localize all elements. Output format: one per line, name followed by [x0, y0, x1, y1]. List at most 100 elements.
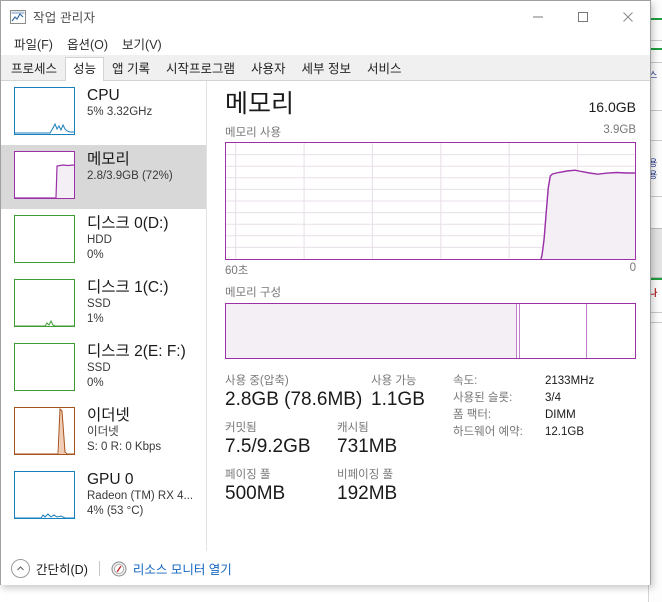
disk1-thumbnail-graph — [14, 279, 75, 327]
collapse-label: 간단히(D) — [36, 563, 88, 577]
chevron-up-icon — [11, 559, 30, 578]
content-area: CPU 5% 3.32GHz 메모리 2.8/3.9GB (72%) 디스크 0… — [1, 81, 650, 551]
sidebar-item-disk2-title: 디스크 2(E: F:) — [87, 343, 186, 360]
sidebar-item-disk0-texts: 디스크 0(D:) HDD 0% — [87, 215, 169, 262]
spec-hardware-reserved: 하드웨어 예약: 12.1GB — [453, 424, 636, 441]
sidebar-item-disk1[interactable]: 디스크 1(C:) SSD 1% — [1, 273, 206, 337]
tab-app-history[interactable]: 앱 기록 — [104, 57, 159, 80]
graph-max-label: 3.9GB — [603, 124, 636, 136]
resource-sidebar[interactable]: CPU 5% 3.32GHz 메모리 2.8/3.9GB (72%) 디스크 0… — [1, 81, 207, 551]
memory-composition-bar[interactable] — [225, 303, 636, 359]
memory-composition-caption: 메모리 구성 — [225, 287, 282, 299]
spec-form-factor-value: DIMM — [545, 409, 576, 421]
close-button[interactable] — [605, 1, 650, 32]
sidebar-item-memory-texts: 메모리 2.8/3.9GB (72%) — [87, 151, 173, 184]
spec-hardware-reserved-value: 12.1GB — [545, 426, 584, 438]
sidebar-item-gpu0-title: GPU 0 — [87, 471, 134, 488]
memory-specs: 속도: 2133MHz 사용된 슬롯: 3/4 폼 팩터: DIMM 하드웨어 … — [453, 372, 636, 513]
stat-nonpaged-pool-value: 192MB — [337, 483, 398, 504]
maximize-button[interactable] — [560, 1, 605, 32]
sidebar-item-memory-sub1: 2.8/3.9GB (72%) — [87, 170, 173, 183]
sidebar-item-disk2-sub2: 0% — [87, 376, 104, 389]
sidebar-item-ethernet[interactable]: 이더넷 이더넷 S: 0 R: 0 Kbps — [1, 401, 206, 465]
minimize-button[interactable] — [515, 1, 560, 32]
task-manager-window[interactable]: 작업 관리자 파일(F) 옵션(O) 보기(V) 프로세스 성능 앱 기록 시작… — [0, 0, 651, 585]
spec-speed-key: 속도: — [453, 375, 478, 387]
memory-total: 16.0GB — [588, 99, 636, 115]
sidebar-item-disk1-title: 디스크 1(C:) — [87, 279, 169, 296]
sidebar-item-disk1-texts: 디스크 1(C:) SSD 1% — [87, 279, 169, 326]
stat-row-pools: 페이징 풀 500MB 비페이징 풀 192MB — [225, 466, 453, 505]
spec-form-factor-key: 폼 팩터: — [453, 409, 492, 421]
tab-services[interactable]: 서비스 — [359, 57, 410, 80]
tab-processes[interactable]: 프로세스 — [3, 57, 66, 80]
stat-paged-pool: 페이징 풀 500MB — [225, 466, 337, 505]
stat-paged-pool-value: 500MB — [225, 483, 286, 504]
memory-thumbnail-graph — [14, 151, 75, 199]
status-bar[interactable]: 간단히(D) 리소스 모니터 열기 — [1, 551, 650, 585]
stat-cached: 캐시됨 731MB — [337, 419, 397, 458]
sidebar-item-disk0-title: 디스크 0(D:) — [87, 215, 169, 232]
resource-monitor-icon — [111, 561, 127, 577]
status-divider — [98, 561, 100, 576]
composition-divider — [518, 304, 520, 358]
menu-item-file[interactable]: 파일(F) — [9, 32, 62, 55]
sidebar-item-disk2[interactable]: 디스크 2(E: F:) SSD 0% — [1, 337, 206, 401]
tab-startup[interactable]: 시작프로그램 — [158, 57, 244, 80]
sidebar-item-gpu0-texts: GPU 0 Radeon (TM) RX 4... 4% (53 °C) — [87, 471, 193, 518]
sidebar-item-ethernet-title: 이더넷 — [87, 407, 130, 424]
graph-header: 메모리 사용 3.9GB — [225, 124, 636, 140]
sidebar-item-cpu[interactable]: CPU 5% 3.32GHz — [1, 81, 206, 145]
stat-available-label: 사용 가능 — [371, 375, 417, 387]
sidebar-item-memory[interactable]: 메모리 2.8/3.9GB (72%) — [1, 145, 206, 209]
axis-label-left: 60초 — [225, 265, 249, 277]
sidebar-item-disk1-sub1: SSD — [87, 298, 111, 311]
sidebar-item-disk0[interactable]: 디스크 0(D:) HDD 0% — [1, 209, 206, 273]
spec-speed: 속도: 2133MHz — [453, 373, 636, 390]
spec-slots-key: 사용된 슬롯: — [453, 392, 513, 404]
stat-cached-value: 731MB — [337, 436, 398, 457]
stat-in-use-label: 사용 중(압축) — [225, 375, 289, 387]
stat-cached-label: 캐시됨 — [337, 422, 369, 434]
menu-item-options[interactable]: 옵션(O) — [62, 32, 117, 55]
sidebar-item-gpu0-sub1: Radeon (TM) RX 4... — [87, 490, 194, 503]
graph-axis-labels: 60초 0 — [225, 262, 636, 278]
stat-in-use: 사용 중(압축) 2.8GB (78.6MB) — [225, 372, 371, 411]
stat-nonpaged-pool-label: 비페이징 풀 — [337, 469, 394, 481]
cpu-thumbnail-graph — [14, 87, 75, 135]
title-bar[interactable]: 작업 관리자 — [1, 1, 650, 32]
stat-row-usage: 사용 중(압축) 2.8GB (78.6MB) 사용 가능 1.1GB — [225, 372, 453, 411]
resource-monitor-link[interactable]: 리소스 모니터 열기 — [111, 559, 232, 578]
sidebar-item-disk1-sub2: 1% — [87, 312, 104, 325]
gpu0-thumbnail-graph — [14, 471, 75, 519]
stat-in-use-value: 2.8GB (78.6MB) — [225, 389, 363, 410]
tab-strip[interactable]: 프로세스 성능 앱 기록 시작프로그램 사용자 세부 정보 서비스 — [1, 55, 650, 81]
tab-users[interactable]: 사용자 — [243, 57, 294, 80]
sidebar-item-cpu-title: CPU — [87, 87, 120, 104]
tab-details[interactable]: 세부 정보 — [293, 57, 360, 80]
spec-hardware-reserved-key: 하드웨어 예약: — [453, 426, 523, 438]
spec-speed-value: 2133MHz — [545, 375, 595, 387]
sidebar-item-memory-title: 메모리 — [87, 151, 130, 168]
disk2-thumbnail-graph — [14, 343, 75, 391]
axis-label-right: 0 — [629, 262, 636, 274]
composition-divider — [516, 304, 518, 358]
graph-caption: 메모리 사용 — [225, 127, 282, 139]
stat-available: 사용 가능 1.1GB — [371, 372, 425, 411]
tab-performance[interactable]: 성능 — [65, 57, 105, 81]
spec-form-factor: 폼 팩터: DIMM — [453, 407, 636, 424]
composition-in-use-segment — [226, 304, 517, 358]
stat-available-value: 1.1GB — [371, 389, 425, 410]
window-controls[interactable] — [515, 1, 650, 32]
sidebar-item-disk2-sub1: SSD — [87, 362, 111, 375]
stat-committed-value: 7.5/9.2GB — [225, 436, 311, 457]
sidebar-item-disk0-sub1: HDD — [87, 234, 112, 247]
menu-item-view[interactable]: 보기(V) — [117, 32, 171, 55]
spec-slots-value: 3/4 — [545, 392, 561, 404]
sidebar-item-cpu-sub1: 5% 3.32GHz — [87, 106, 153, 119]
sidebar-item-ethernet-sub1: 이더넷 — [87, 426, 119, 439]
collapse-button[interactable]: 간단히(D) — [11, 559, 88, 578]
stat-committed-label: 커밋됨 — [225, 422, 257, 434]
menu-bar[interactable]: 파일(F) 옵션(O) 보기(V) — [1, 32, 650, 55]
sidebar-item-gpu0[interactable]: GPU 0 Radeon (TM) RX 4... 4% (53 °C) — [1, 465, 206, 529]
